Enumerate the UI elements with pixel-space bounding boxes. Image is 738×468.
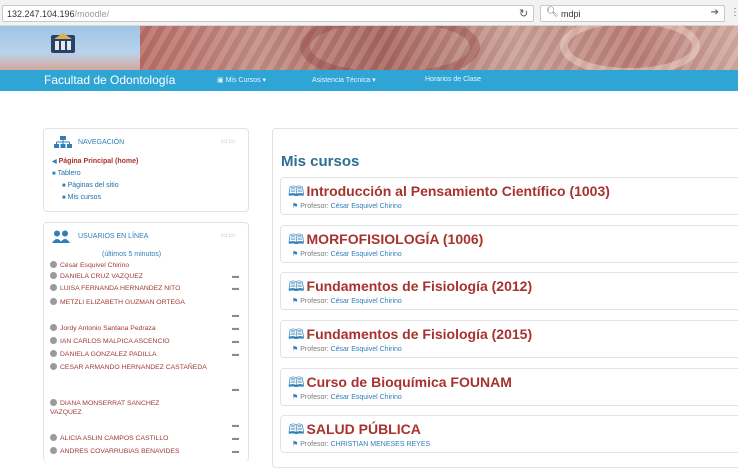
message-icon[interactable]: ▬ <box>232 386 239 393</box>
online-user[interactable]: César Esquivel Chirino <box>50 261 220 270</box>
online-user[interactable]: DANIELA GONZALEZ PADILLA <box>50 350 220 359</box>
online-user[interactable]: ALICIA ASLIN CAMPOS CASTILLO <box>50 434 220 443</box>
message-icon[interactable]: ▬ <box>232 351 239 358</box>
browser-search-box[interactable]: 🔍︎ mdpi ➔ <box>540 5 725 22</box>
online-users-block: USUARIOS EN LÍNEA ▭▭ (últimos 5 minutos)… <box>43 222 249 462</box>
bullet-icon: ◀ <box>52 159 57 165</box>
nav-link-paginas[interactable]: ■ Páginas del sitio <box>62 182 119 189</box>
avatar <box>50 447 57 454</box>
online-user[interactable]: DIANA MONSERRAT SANCHEZ VAZQUEZ <box>50 399 190 417</box>
online-user[interactable]: IAN CARLOS MALPICA ASCENCIO <box>50 337 220 346</box>
course-card: 🕮︎ Curso de Bioquímica FOUNAM ⚑ Profesor:… <box>280 368 738 406</box>
book-icon: 🕮︎ <box>288 326 305 342</box>
nav-mis-cursos[interactable]: ▣ Mis Cursos ▾ <box>217 76 266 84</box>
navigation-title: NAVEGACIÓN <box>78 139 125 146</box>
flag-icon: ⚑ <box>292 394 301 401</box>
book-icon: 🕮︎ <box>288 231 305 247</box>
online-user[interactable]: METZLI ELIZABETH GUZMAN ORTEGA <box>50 298 220 307</box>
banner-decoration <box>300 26 480 70</box>
online-user[interactable]: ANDRES COVARRUBIAS BENAVIDES <box>50 447 220 456</box>
avatar <box>50 399 57 406</box>
avatar <box>50 350 57 357</box>
users-icon <box>52 230 70 243</box>
online-users-title: USUARIOS EN LÍNEA <box>78 233 149 240</box>
nav-horarios[interactable]: Horarios de Clase <box>425 76 481 83</box>
online-user[interactable]: Jordy Antonio Santana Pedraza <box>50 324 220 333</box>
nav-asistencia-tecnica[interactable]: Asistencia Técnica ▾ <box>312 76 376 84</box>
nav-link-mis-cursos[interactable]: ■ Mis cursos <box>62 194 101 201</box>
online-user[interactable]: DANIELA CRUZ VAZQUEZ <box>50 272 220 281</box>
folder-icon: ■ <box>62 183 66 189</box>
flag-icon: ⚑ <box>292 298 301 305</box>
folder-icon: ■ <box>62 195 66 201</box>
page-title: Mis cursos <box>281 153 360 170</box>
avatar <box>50 337 57 344</box>
book-icon: 🕮︎ <box>288 421 305 437</box>
book-icon: 🕮︎ <box>288 374 305 390</box>
sitemap-icon <box>54 136 72 148</box>
navigation-block: NAVEGACIÓN ▭▭ ◀ Página Principal (home) ■… <box>43 128 249 212</box>
course-teacher: ⚑ Profesor: César Esquivel Chirino <box>292 251 402 258</box>
message-icon[interactable]: ▬ <box>232 273 239 280</box>
course-teacher: ⚑ Profesor: César Esquivel Chirino <box>292 346 402 353</box>
message-icon[interactable]: ▬ <box>232 448 239 455</box>
avatar <box>50 324 57 331</box>
block-controls-icon[interactable]: ▭▭ <box>221 137 236 145</box>
message-icon[interactable]: ▬ <box>232 325 239 332</box>
course-teacher: ⚑ Profesor: César Esquivel Chirino <box>292 298 402 305</box>
message-icon[interactable]: ▬ <box>232 285 239 292</box>
course-card: 🕮︎ Fundamentos de Fisiología (2015) ⚑ Pro… <box>280 320 738 358</box>
course-card: 🕮︎ MORFOFISIOLOGÍA (1006) ⚑ Profesor: Cés… <box>280 225 738 263</box>
course-card: 🕮︎ Fundamentos de Fisiología (2012) ⚑ Pro… <box>280 272 738 310</box>
address-bar[interactable]: 132.247.104.196/moodle/ ↻ <box>2 5 534 22</box>
toolbar-overflow-icon[interactable]: ⋮ <box>730 7 738 18</box>
unam-logo-icon <box>51 33 75 53</box>
url-text: 132.247.104.196/moodle/ <box>7 9 110 19</box>
reload-icon[interactable]: ↻ <box>519 7 528 20</box>
course-card: 🕮︎ Introducción al Pensamiento Científico… <box>280 177 738 215</box>
avatar <box>50 434 57 441</box>
course-teacher: ⚑ Profesor: César Esquivel Chirino <box>292 394 402 401</box>
banner-decoration <box>560 26 700 70</box>
courses-icon: ▣ <box>217 77 226 84</box>
nav-link-tablero[interactable]: ■ Tablero <box>52 170 81 177</box>
search-go-icon[interactable]: ➔ <box>711 7 719 18</box>
search-icon: 🔍︎ <box>546 7 559 18</box>
nav-link-home[interactable]: ◀ Página Principal (home) <box>52 158 138 165</box>
flag-icon: ⚑ <box>292 251 301 258</box>
folder-icon: ■ <box>52 171 56 177</box>
avatar <box>50 284 57 291</box>
book-icon: 🕮︎ <box>288 278 305 294</box>
flag-icon: ⚑ <box>292 203 301 210</box>
book-icon: 🕮︎ <box>288 183 305 199</box>
course-teacher: ⚑ Profesor: César Esquivel Chirino <box>292 203 402 210</box>
search-input[interactable]: mdpi <box>561 9 581 19</box>
flag-icon: ⚑ <box>292 441 301 448</box>
course-teacher: ⚑ Profesor: CHRISTIAN MENESES REYES <box>292 441 431 448</box>
message-icon[interactable]: ▬ <box>232 435 239 442</box>
online-user[interactable]: CESAR ARMANDO HERNANDEZ CASTAÑEDA <box>50 363 210 372</box>
site-banner <box>0 26 738 70</box>
browser-toolbar: 132.247.104.196/moodle/ ↻ 🔍︎ mdpi ➔ ⋮ <box>0 0 738 26</box>
avatar <box>50 363 57 370</box>
avatar <box>50 261 57 268</box>
site-brand-link[interactable]: Facultad de Odontología <box>44 73 175 87</box>
online-users-subtitle: (últimos 5 minutos) <box>102 251 162 258</box>
message-icon[interactable]: ▬ <box>232 338 239 345</box>
main-content: Mis cursos 🕮︎ Introducción al Pensamiento… <box>272 128 738 468</box>
avatar <box>50 272 57 279</box>
flag-icon: ⚑ <box>292 346 301 353</box>
block-controls-icon[interactable]: ▭▭ <box>221 231 236 239</box>
main-navbar: Facultad de Odontología ▣ Mis Cursos ▾ A… <box>0 70 738 91</box>
message-icon[interactable]: ▬ <box>232 422 239 429</box>
message-icon[interactable]: ▬ <box>232 312 239 319</box>
online-user[interactable]: LUISA FERNANDA HERNANDEZ NITO <box>50 284 220 293</box>
course-card: 🕮︎ SALUD PÚBLICA ⚑ Profesor: CHRISTIAN ME… <box>280 415 738 453</box>
avatar <box>50 298 57 305</box>
